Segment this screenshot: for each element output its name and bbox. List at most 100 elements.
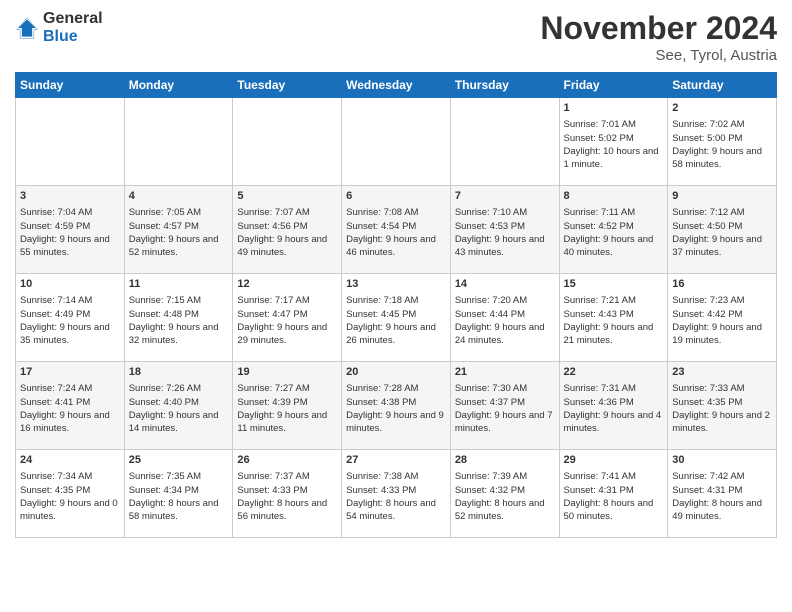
daylight-text: Daylight: 9 hours and 55 minutes. bbox=[20, 234, 110, 258]
daylight-text: Daylight: 9 hours and 19 minutes. bbox=[672, 322, 762, 346]
day-number: 16 bbox=[672, 277, 772, 292]
cell-content: 14 Sunrise: 7:20 AM Sunset: 4:44 PM Dayl… bbox=[455, 277, 555, 348]
daylight-text: Daylight: 9 hours and 24 minutes. bbox=[455, 322, 545, 346]
cell-content: 19 Sunrise: 7:27 AM Sunset: 4:39 PM Dayl… bbox=[237, 365, 337, 436]
sunset-text: Sunset: 4:33 PM bbox=[346, 485, 416, 496]
sunset-text: Sunset: 4:43 PM bbox=[564, 309, 634, 320]
sunrise-text: Sunrise: 7:10 AM bbox=[455, 207, 527, 218]
logo-general-text: General bbox=[43, 10, 103, 28]
day-number: 24 bbox=[20, 453, 120, 468]
col-tuesday: Tuesday bbox=[233, 73, 342, 98]
day-cell: 11 Sunrise: 7:15 AM Sunset: 4:48 PM Dayl… bbox=[124, 274, 233, 362]
daylight-text: Daylight: 9 hours and 0 minutes. bbox=[20, 498, 118, 522]
day-cell: 16 Sunrise: 7:23 AM Sunset: 4:42 PM Dayl… bbox=[668, 274, 777, 362]
col-wednesday: Wednesday bbox=[342, 73, 451, 98]
daylight-text: Daylight: 9 hours and 35 minutes. bbox=[20, 322, 110, 346]
logo-icon bbox=[15, 16, 39, 40]
col-friday: Friday bbox=[559, 73, 668, 98]
sunset-text: Sunset: 5:02 PM bbox=[564, 133, 634, 144]
sunset-text: Sunset: 4:31 PM bbox=[672, 485, 742, 496]
sunrise-text: Sunrise: 7:08 AM bbox=[346, 207, 418, 218]
day-cell: 27 Sunrise: 7:38 AM Sunset: 4:33 PM Dayl… bbox=[342, 450, 451, 538]
sunrise-text: Sunrise: 7:34 AM bbox=[20, 471, 92, 482]
cell-content: 30 Sunrise: 7:42 AM Sunset: 4:31 PM Dayl… bbox=[672, 453, 772, 524]
sunrise-text: Sunrise: 7:35 AM bbox=[129, 471, 201, 482]
day-number: 28 bbox=[455, 453, 555, 468]
daylight-text: Daylight: 8 hours and 56 minutes. bbox=[237, 498, 327, 522]
day-number: 23 bbox=[672, 365, 772, 380]
sunrise-text: Sunrise: 7:24 AM bbox=[20, 383, 92, 394]
day-cell: 19 Sunrise: 7:27 AM Sunset: 4:39 PM Dayl… bbox=[233, 362, 342, 450]
day-cell: 14 Sunrise: 7:20 AM Sunset: 4:44 PM Dayl… bbox=[450, 274, 559, 362]
day-number: 25 bbox=[129, 453, 229, 468]
day-cell: 21 Sunrise: 7:30 AM Sunset: 4:37 PM Dayl… bbox=[450, 362, 559, 450]
sunset-text: Sunset: 4:49 PM bbox=[20, 309, 90, 320]
day-number: 11 bbox=[129, 277, 229, 292]
cell-content: 23 Sunrise: 7:33 AM Sunset: 4:35 PM Dayl… bbox=[672, 365, 772, 436]
cell-content: 2 Sunrise: 7:02 AM Sunset: 5:00 PM Dayli… bbox=[672, 101, 772, 172]
day-number: 3 bbox=[20, 189, 120, 204]
day-number: 27 bbox=[346, 453, 446, 468]
day-cell bbox=[16, 98, 125, 186]
day-cell: 26 Sunrise: 7:37 AM Sunset: 4:33 PM Dayl… bbox=[233, 450, 342, 538]
day-number: 19 bbox=[237, 365, 337, 380]
sunrise-text: Sunrise: 7:18 AM bbox=[346, 295, 418, 306]
day-number: 7 bbox=[455, 189, 555, 204]
day-number: 15 bbox=[564, 277, 664, 292]
day-number: 20 bbox=[346, 365, 446, 380]
day-number: 6 bbox=[346, 189, 446, 204]
day-cell: 4 Sunrise: 7:05 AM Sunset: 4:57 PM Dayli… bbox=[124, 186, 233, 274]
sunset-text: Sunset: 4:44 PM bbox=[455, 309, 525, 320]
day-cell: 17 Sunrise: 7:24 AM Sunset: 4:41 PM Dayl… bbox=[16, 362, 125, 450]
day-cell bbox=[342, 98, 451, 186]
sunset-text: Sunset: 4:36 PM bbox=[564, 397, 634, 408]
sunset-text: Sunset: 4:39 PM bbox=[237, 397, 307, 408]
cell-content: 22 Sunrise: 7:31 AM Sunset: 4:36 PM Dayl… bbox=[564, 365, 664, 436]
cell-content: 16 Sunrise: 7:23 AM Sunset: 4:42 PM Dayl… bbox=[672, 277, 772, 348]
sunset-text: Sunset: 4:56 PM bbox=[237, 221, 307, 232]
sunrise-text: Sunrise: 7:33 AM bbox=[672, 383, 744, 394]
day-cell: 24 Sunrise: 7:34 AM Sunset: 4:35 PM Dayl… bbox=[16, 450, 125, 538]
day-cell: 15 Sunrise: 7:21 AM Sunset: 4:43 PM Dayl… bbox=[559, 274, 668, 362]
day-cell: 23 Sunrise: 7:33 AM Sunset: 4:35 PM Dayl… bbox=[668, 362, 777, 450]
sunrise-text: Sunrise: 7:30 AM bbox=[455, 383, 527, 394]
sunset-text: Sunset: 4:50 PM bbox=[672, 221, 742, 232]
day-number: 18 bbox=[129, 365, 229, 380]
sunset-text: Sunset: 4:40 PM bbox=[129, 397, 199, 408]
location: See, Tyrol, Austria bbox=[540, 47, 777, 64]
day-number: 30 bbox=[672, 453, 772, 468]
cell-content: 12 Sunrise: 7:17 AM Sunset: 4:47 PM Dayl… bbox=[237, 277, 337, 348]
sunrise-text: Sunrise: 7:23 AM bbox=[672, 295, 744, 306]
daylight-text: Daylight: 9 hours and 40 minutes. bbox=[564, 234, 654, 258]
daylight-text: Daylight: 9 hours and 4 minutes. bbox=[564, 410, 662, 434]
cell-content: 29 Sunrise: 7:41 AM Sunset: 4:31 PM Dayl… bbox=[564, 453, 664, 524]
day-number: 2 bbox=[672, 101, 772, 116]
day-number: 26 bbox=[237, 453, 337, 468]
day-number: 29 bbox=[564, 453, 664, 468]
sunset-text: Sunset: 4:31 PM bbox=[564, 485, 634, 496]
col-sunday: Sunday bbox=[16, 73, 125, 98]
daylight-text: Daylight: 9 hours and 49 minutes. bbox=[237, 234, 327, 258]
week-row-3: 10 Sunrise: 7:14 AM Sunset: 4:49 PM Dayl… bbox=[16, 274, 777, 362]
daylight-text: Daylight: 9 hours and 43 minutes. bbox=[455, 234, 545, 258]
day-cell bbox=[450, 98, 559, 186]
day-number: 10 bbox=[20, 277, 120, 292]
day-cell bbox=[233, 98, 342, 186]
sunset-text: Sunset: 4:35 PM bbox=[20, 485, 90, 496]
sunset-text: Sunset: 4:59 PM bbox=[20, 221, 90, 232]
cell-content: 3 Sunrise: 7:04 AM Sunset: 4:59 PM Dayli… bbox=[20, 189, 120, 260]
day-cell: 8 Sunrise: 7:11 AM Sunset: 4:52 PM Dayli… bbox=[559, 186, 668, 274]
sunrise-text: Sunrise: 7:20 AM bbox=[455, 295, 527, 306]
day-cell: 7 Sunrise: 7:10 AM Sunset: 4:53 PM Dayli… bbox=[450, 186, 559, 274]
cell-content: 24 Sunrise: 7:34 AM Sunset: 4:35 PM Dayl… bbox=[20, 453, 120, 524]
day-cell bbox=[124, 98, 233, 186]
sunset-text: Sunset: 4:47 PM bbox=[237, 309, 307, 320]
sunset-text: Sunset: 4:57 PM bbox=[129, 221, 199, 232]
day-number: 1 bbox=[564, 101, 664, 116]
day-number: 22 bbox=[564, 365, 664, 380]
sunrise-text: Sunrise: 7:37 AM bbox=[237, 471, 309, 482]
col-monday: Monday bbox=[124, 73, 233, 98]
cell-content: 11 Sunrise: 7:15 AM Sunset: 4:48 PM Dayl… bbox=[129, 277, 229, 348]
daylight-text: Daylight: 9 hours and 58 minutes. bbox=[672, 146, 762, 170]
daylight-text: Daylight: 9 hours and 46 minutes. bbox=[346, 234, 436, 258]
